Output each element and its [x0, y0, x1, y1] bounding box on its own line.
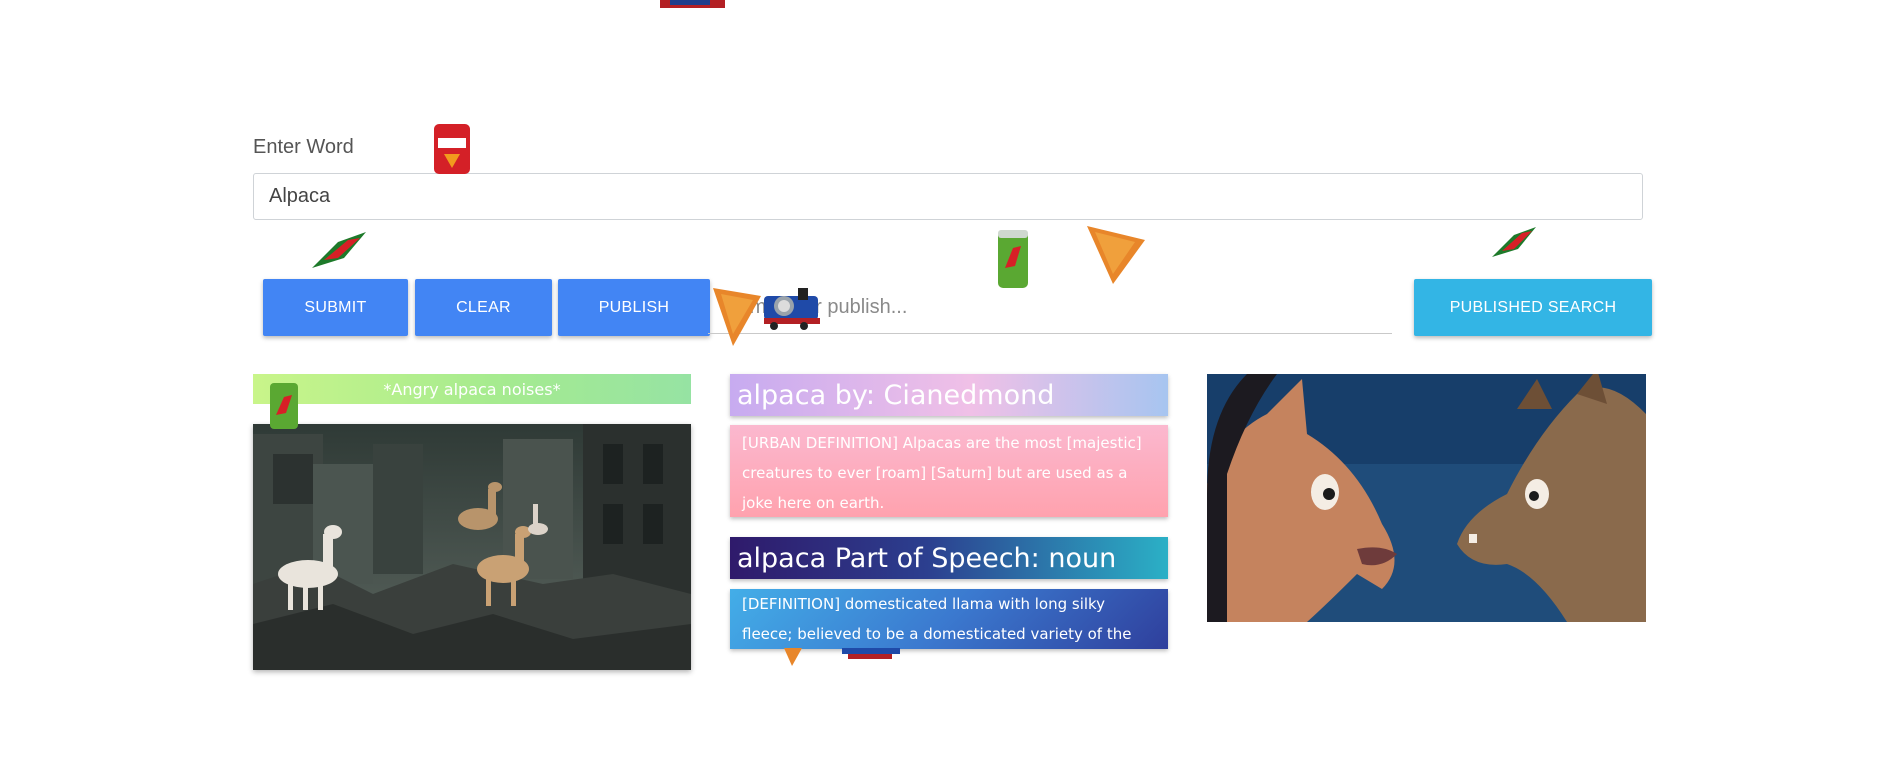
urban-definition-body: [URBAN DEFINITION] Alpacas are the most …	[730, 425, 1168, 517]
emperors-new-groove-llamas-illustration	[1207, 374, 1646, 622]
doritos-bag-icon	[434, 124, 470, 174]
submit-button[interactable]: SUBMIT	[263, 279, 408, 336]
mountain-dew-can-icon	[270, 383, 298, 429]
mountain-dew-logo-icon	[312, 232, 366, 268]
definition-body: [DEFINITION] domesticated llama with lon…	[730, 589, 1168, 673]
alpaca-noises-banner: *Angry alpaca noises*	[253, 374, 691, 404]
publish-button[interactable]: PUBLISH	[558, 279, 710, 336]
part-of-speech-title: alpaca Part of Speech: noun	[730, 537, 1168, 579]
enter-word-label: Enter Word	[253, 136, 354, 158]
mountain-dew-can-icon	[998, 230, 1028, 288]
word-input[interactable]	[253, 173, 1643, 220]
doritos-chip-icon	[1087, 226, 1145, 284]
published-search-button[interactable]: PUBLISHED SEARCH	[1414, 279, 1652, 336]
urban-definition-title: alpaca by: Cianedmond	[730, 374, 1168, 416]
train-engine-icon	[660, 0, 725, 8]
clear-button[interactable]: CLEAR	[415, 279, 552, 336]
train-engine-icon	[842, 648, 900, 659]
mountain-dew-logo-icon	[1492, 227, 1536, 257]
llama-cartoon-image	[1207, 374, 1646, 622]
alpaca-city-image	[253, 424, 691, 670]
alpaca-ruined-city-illustration	[253, 424, 691, 670]
doritos-chip-icon	[713, 288, 761, 346]
doritos-chip-icon	[784, 648, 802, 666]
train-engine-icon	[764, 288, 820, 330]
